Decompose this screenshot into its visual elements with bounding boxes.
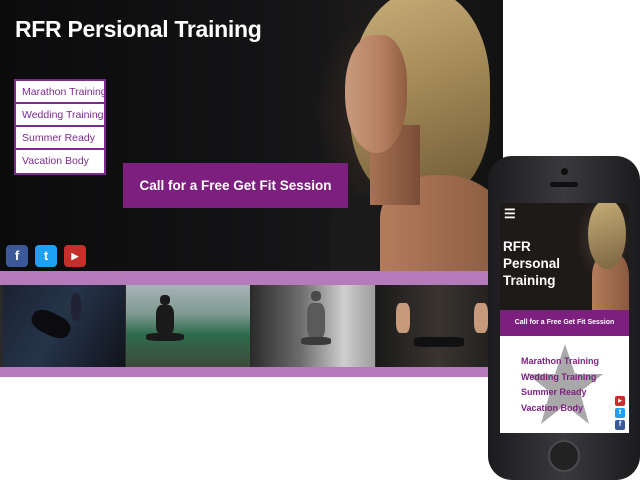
mobile-site-title: RFR Personal Training	[503, 239, 561, 288]
mobile-hero: ☰ RFR Personal Training	[500, 203, 629, 310]
hero-photo-face	[345, 35, 407, 153]
nav-item-vacation[interactable]: Vacation Body	[16, 150, 104, 173]
desktop-hero: RFR Persional Training Marathon Training…	[0, 0, 503, 271]
gallery-photo[interactable]	[251, 285, 375, 367]
mobile-free-session-button[interactable]: Call for a Free Get Fit Session	[500, 310, 629, 336]
nav-item-wedding[interactable]: Wedding Training	[16, 104, 104, 127]
facebook-icon[interactable]: f	[6, 245, 28, 267]
mobile-nav-item-marathon[interactable]: Marathon Training	[521, 354, 599, 370]
mobile-nav-item-vacation[interactable]: Vacation Body	[521, 401, 599, 417]
mobile-nav-menu: Marathon Training Wedding Training Summe…	[521, 354, 599, 416]
facebook-icon[interactable]: f	[615, 420, 625, 430]
youtube-icon[interactable]: ▶	[64, 245, 86, 267]
nav-item-summer[interactable]: Summer Ready	[16, 127, 104, 150]
hamburger-icon[interactable]: ☰	[504, 206, 516, 222]
gallery-photo[interactable]	[3, 285, 125, 367]
gallery-photo[interactable]	[376, 285, 500, 367]
phone-screen: ☰ RFR Personal Training Call for a Free …	[500, 203, 629, 433]
youtube-icon[interactable]: ▶	[615, 396, 625, 406]
mobile-nav-item-summer[interactable]: Summer Ready	[521, 385, 599, 401]
twitter-icon[interactable]: t	[35, 245, 57, 267]
mobile-nav-item-wedding[interactable]: Wedding Training	[521, 370, 599, 386]
phone-speaker	[550, 182, 578, 187]
site-title: RFR Persional Training	[15, 16, 262, 42]
free-session-button[interactable]: Call for a Free Get Fit Session	[123, 163, 348, 208]
desktop-mockup: RFR Persional Training Marathon Training…	[0, 0, 503, 377]
phone-mockup: ☰ RFR Personal Training Call for a Free …	[488, 156, 640, 480]
phone-camera	[561, 168, 568, 175]
desktop-nav-menu: Marathon Training Wedding Training Summe…	[14, 79, 107, 175]
nav-item-marathon[interactable]: Marathon Training	[16, 81, 107, 104]
gallery-photo[interactable]	[126, 285, 250, 367]
phone-home-button	[548, 440, 580, 472]
twitter-icon[interactable]: t	[615, 408, 625, 418]
